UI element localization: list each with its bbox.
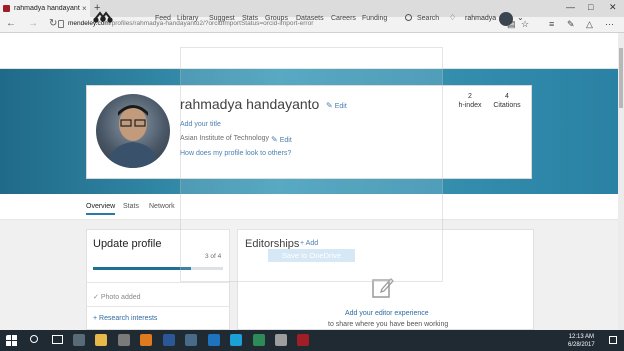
search-button[interactable]: Search — [417, 15, 439, 22]
file-explorer-icon[interactable] — [95, 334, 107, 346]
save-to-onedrive-button[interactable]: Save to OneDrive — [268, 249, 355, 262]
update-profile-title: Update profile — [93, 238, 162, 250]
h-index-stat[interactable]: 2 h-index — [450, 93, 490, 109]
notification-bell-icon[interactable]: ♢ — [449, 13, 456, 22]
more-icon[interactable]: ⋯ — [605, 19, 614, 30]
user-avatar[interactable] — [499, 12, 513, 26]
app-icon[interactable] — [185, 334, 197, 346]
nav-library[interactable]: Library — [177, 15, 198, 22]
browser-tab[interactable]: rahmadya handayanto - × — [0, 0, 90, 17]
divider — [86, 282, 230, 283]
share-icon[interactable]: △ — [586, 19, 593, 30]
windows-taskbar — [0, 330, 624, 351]
notes-icon[interactable]: ✎ — [567, 19, 575, 30]
vlc-icon[interactable] — [140, 334, 152, 346]
close-window-icon[interactable]: ✕ — [609, 2, 617, 13]
check-icon: ✓ — [93, 294, 101, 301]
edge-browser-icon[interactable] — [208, 334, 220, 346]
nav-funding[interactable]: Funding — [362, 15, 387, 22]
maximize-icon[interactable]: □ — [588, 2, 593, 12]
profile-avatar[interactable] — [96, 94, 170, 168]
app-icon[interactable] — [230, 334, 242, 346]
add-editor-experience-link[interactable]: Add your editor experience — [345, 310, 429, 317]
tab-network[interactable]: Network — [149, 203, 175, 210]
search-icon[interactable] — [405, 14, 412, 21]
tab-title: rahmadya handayanto - — [14, 5, 80, 12]
notifications-icon[interactable] — [609, 336, 617, 344]
tab-overview[interactable]: Overview — [86, 203, 116, 215]
lock-icon — [58, 20, 64, 28]
system-clock[interactable]: 12:13 AM 6/28/2017 — [568, 333, 595, 349]
hub-icon[interactable]: ≡ — [549, 19, 554, 29]
task-view-icon[interactable] — [52, 335, 63, 344]
save-to-onedrive-overlay — [180, 47, 443, 282]
nav-careers[interactable]: Careers — [331, 15, 356, 22]
mendeley-favicon-icon — [3, 5, 10, 12]
chevron-down-icon[interactable]: ⌄ — [517, 13, 524, 22]
word-icon[interactable] — [163, 334, 175, 346]
nav-groups[interactable]: Groups — [265, 15, 288, 22]
nav-suggest[interactable]: Suggest — [209, 15, 235, 22]
photo-added-item: ✓ Photo added — [93, 294, 141, 301]
windows-start-icon[interactable] — [6, 335, 18, 347]
tab-stats[interactable]: Stats — [123, 203, 139, 210]
back-icon[interactable]: ← — [6, 18, 16, 29]
app-icon[interactable] — [275, 334, 287, 346]
mendeley-logo-icon[interactable] — [93, 11, 113, 23]
app-icon[interactable] — [73, 334, 85, 346]
refresh-icon[interactable]: ↻ — [49, 18, 57, 29]
editorships-subtext: to share where you have been working — [328, 321, 449, 328]
app-icon[interactable] — [253, 334, 265, 346]
minimize-icon[interactable]: — — [566, 2, 575, 12]
user-name[interactable]: rahmadya — [465, 15, 496, 22]
research-interests-link[interactable]: + Research interests — [93, 315, 157, 322]
mendeley-app-icon[interactable] — [297, 334, 309, 346]
calculator-icon[interactable] — [118, 334, 130, 346]
citations-stat[interactable]: 4 Citations — [487, 93, 527, 109]
tab-close-button[interactable]: × — [82, 4, 87, 13]
profile-progress-fill — [93, 267, 191, 270]
nav-datasets[interactable]: Datasets — [296, 15, 324, 22]
divider — [86, 306, 230, 307]
nav-stats[interactable]: Stats — [242, 15, 258, 22]
scrollbar-thumb[interactable] — [619, 48, 623, 108]
forward-icon[interactable]: → — [28, 18, 38, 29]
search-icon[interactable] — [30, 335, 38, 343]
nav-feed[interactable]: Feed — [155, 15, 171, 22]
